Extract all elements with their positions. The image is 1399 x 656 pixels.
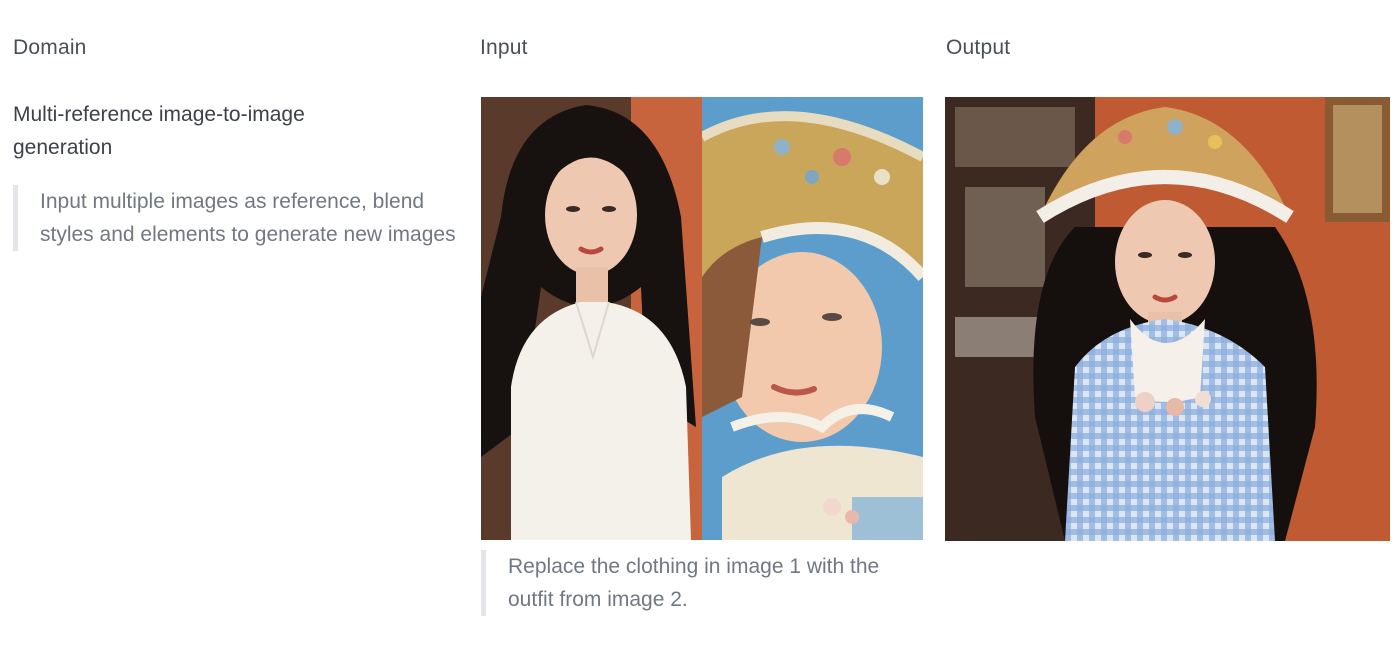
woman-white-dress-illustration [481,97,702,540]
column-header-output: Output [946,36,1011,59]
domain-title: Multi-reference image-to-image generatio… [13,103,305,159]
input-image-1 [481,97,702,540]
input-image-2 [702,97,923,540]
column-header-domain: Domain [13,36,87,59]
woman-hat-gingham-illustration [945,97,1390,541]
output-image [945,97,1390,541]
column-header-input: Input [480,36,528,59]
domain-description: Input multiple images as reference, blen… [13,185,460,251]
girl-bonnet-illustration [702,97,923,540]
input-caption: Replace the clothing in image 1 with the… [481,550,908,616]
